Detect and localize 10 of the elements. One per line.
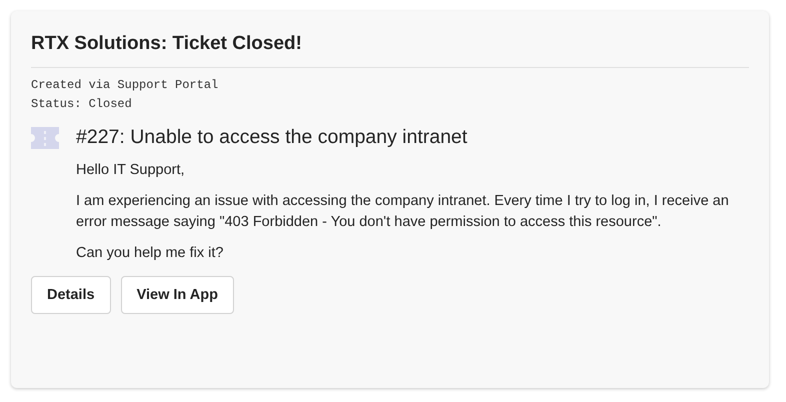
meta-text: Created via Support Portal: [31, 77, 220, 94]
action-button[interactable]: View In App: [120, 276, 234, 314]
message-paragraph: I am experiencing an issue with accessing the company intranet. Every time I try to log in, I receive an error message saying "403 Forbidden - You don't have permission to access this resource".: [76, 192, 730, 232]
meta-text: Status: Closed: [31, 96, 133, 113]
message-paragraph: Hello IT Support,: [76, 161, 186, 180]
action-button[interactable]: Details: [31, 276, 111, 314]
card-title: RTX Solutions: Ticket Closed!: [31, 32, 303, 56]
ticket-heading: #227: Unable to access the company intranet: [76, 125, 468, 150]
ticket-icon: [31, 127, 59, 149]
message-paragraph: Can you help me fix it?: [76, 244, 224, 263]
